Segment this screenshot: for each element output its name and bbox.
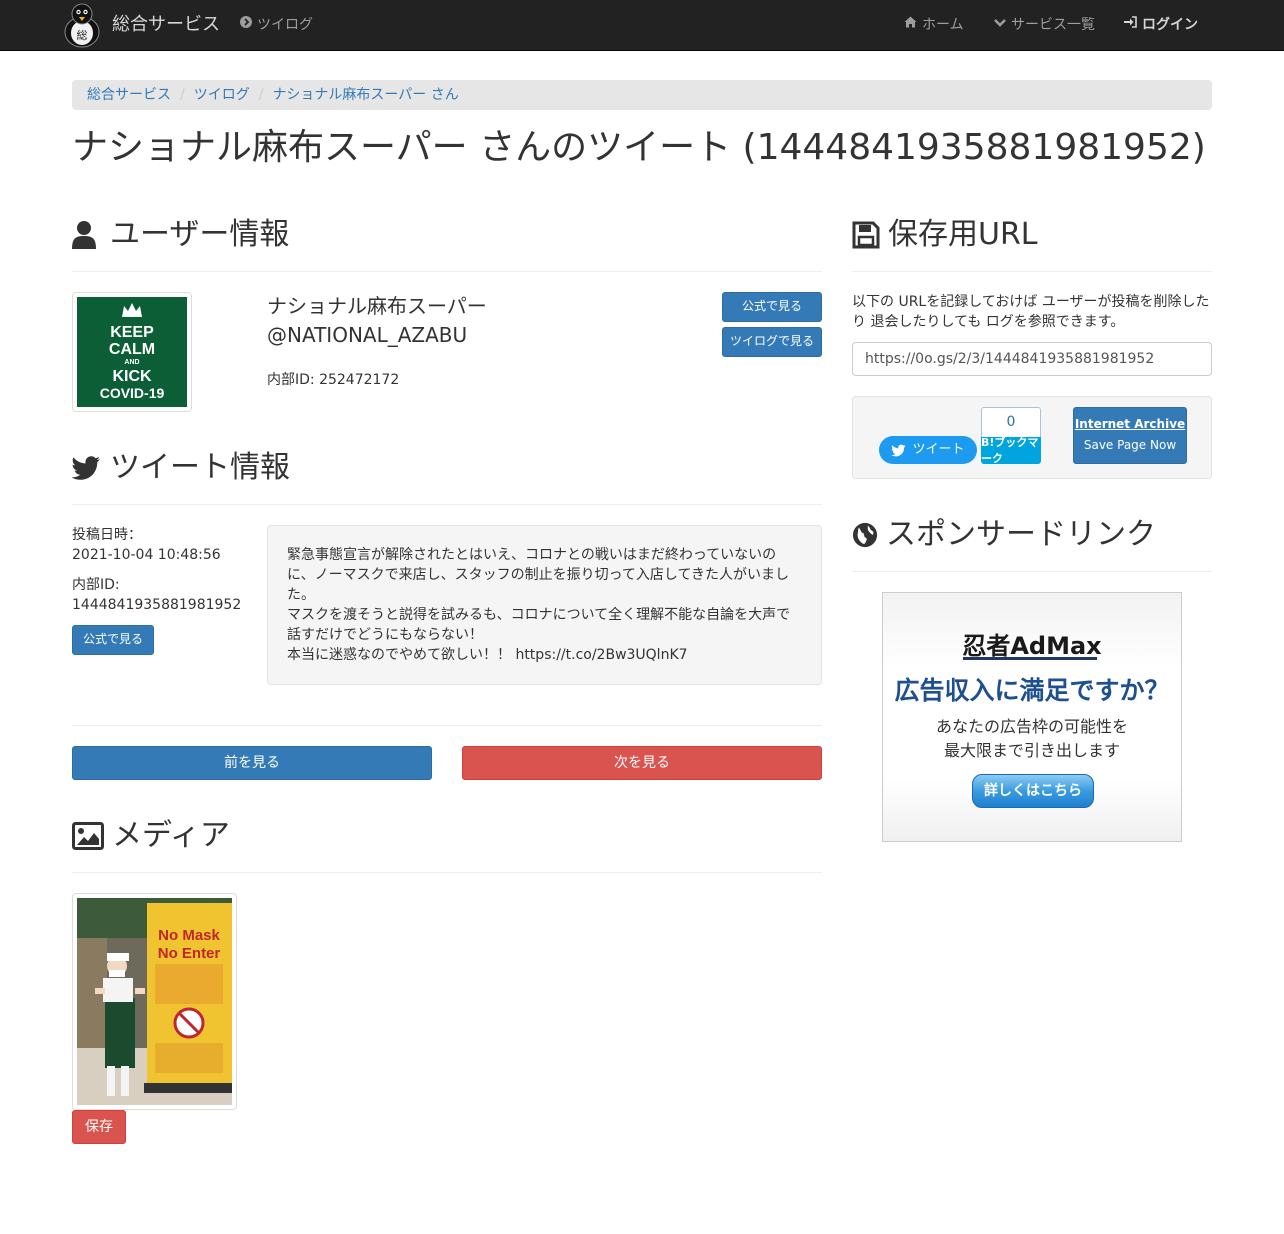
nav-login-label: ログイン — [1142, 16, 1198, 33]
twitter-icon — [72, 455, 100, 480]
top-navbar: 総 総合サービス ツイログ ホーム サービス一覧 ログイン — [0, 0, 1284, 51]
breadcrumb-separator: / — [258, 86, 264, 103]
brand-title: 総合サービス — [112, 14, 220, 36]
next-tweet-button[interactable]: 次を見る — [462, 746, 822, 780]
avatar-text-line: CALM — [108, 341, 156, 359]
tweet-text-line: 緊急事態宣言が解除されたとはいえ、コロナとの戦いはまだ終わっていないの — [287, 547, 777, 563]
media-heading-text: メディア — [112, 818, 230, 853]
nav-tsuilog[interactable]: ツイログ — [240, 0, 313, 50]
breadcrumb: 総合サービス / ツイログ / ナショナル麻布スーパー さん — [72, 80, 1212, 110]
twitter-bird-icon — [891, 444, 906, 456]
divider — [72, 872, 822, 873]
media-heading: メディア — [72, 819, 230, 852]
nav-home-label: ホーム — [922, 16, 964, 33]
penguin-logo-icon: 総 — [64, 3, 100, 48]
tweet-share-label: ツイート — [912, 441, 965, 457]
tweet-text-line: 話すだけでどうにもならない！ — [287, 627, 483, 643]
tweet-id-label: 内部ID: — [72, 577, 120, 593]
media-thumbnail[interactable]: No Mask No Enter — [72, 893, 237, 1110]
sign-title-line-2: No Enter — [158, 945, 221, 962]
tweet-posted-label: 投稿日時： — [72, 527, 142, 543]
user-internal-id: 内部ID: 252472172 — [267, 372, 400, 388]
avatar-text-line: AND — [124, 359, 140, 367]
ad-subtext-line: あなたの広告枠の可能性を — [935, 717, 1128, 736]
user-avatar: KEEP CALM AND KICK COVID-19 — [72, 292, 192, 412]
page-title: ナショナル麻布スーパー さんのツイート (1444841935881981952… — [72, 127, 1206, 168]
user-icon — [72, 220, 96, 249]
svg-text:総: 総 — [77, 28, 88, 42]
home-icon — [904, 16, 917, 33]
nav-home[interactable]: ホーム — [904, 0, 964, 50]
save-url-heading: 保存用URL — [852, 218, 1038, 251]
nav-services[interactable]: サービス一覧 — [994, 0, 1095, 50]
hatena-bookmark-button[interactable]: B!ブックマーク — [981, 436, 1041, 465]
sign-in-icon — [1124, 16, 1137, 33]
ad-subtext-line: 最大限まで引き出します — [943, 741, 1120, 760]
sponsor-heading: スポンサードリンク — [852, 518, 1156, 551]
tweet-text-line: マスクを渡そうと説得を試みるも、コロナについて全く理解不能な自論を大声で — [287, 607, 791, 623]
save-url-input[interactable] — [852, 342, 1212, 376]
tweet-info-heading: ツイート情報 — [72, 451, 290, 484]
avatar-text-line: KICK — [112, 368, 152, 386]
media-photo: No Mask No Enter — [77, 898, 235, 1105]
view-official-tweet-button[interactable]: 公式で見る — [72, 625, 154, 655]
user-display-name: ナショナル麻布スーパー — [267, 294, 487, 318]
chevron-down-icon — [994, 16, 1006, 33]
brand-link[interactable]: 総 総合サービス — [60, 0, 220, 50]
tweet-share-button[interactable]: ツイート — [879, 436, 977, 464]
sign-title-line-1: No Mask — [158, 927, 220, 944]
hatena-bookmark-count[interactable]: 0 — [981, 407, 1041, 437]
divider — [852, 571, 1212, 572]
nav-services-label: サービス一覧 — [1011, 16, 1095, 33]
ad-banner[interactable]: 忍者AdMax 広告収入に満足ですか？ あなたの広告枠の可能性を 最大限まで引き… — [882, 592, 1182, 842]
internet-archive-subtitle: Save Page Now — [1083, 438, 1177, 452]
save-media-button[interactable]: 保存 — [72, 1110, 126, 1144]
user-handle: @NATIONAL_AZABU — [267, 323, 468, 347]
user-info-heading-text: ユーザー情報 — [110, 217, 290, 252]
divider — [72, 271, 822, 272]
save-url-heading-text: 保存用URL — [888, 217, 1038, 252]
floppy-disk-icon — [852, 221, 880, 248]
divider — [72, 725, 822, 726]
divider — [72, 504, 822, 505]
share-buttons-panel: ツイート 0 B!ブックマーク Internet Archive Save Pa… — [852, 396, 1212, 479]
chevron-circle-right-icon — [240, 16, 252, 33]
nav-tsuilog-label: ツイログ — [257, 16, 313, 33]
tweet-text-line: に、ノーマスクで来店し、スタッフの制止を振り切って入店してきた人がいまし — [287, 567, 790, 583]
avatar-text-line: COVID-19 — [99, 385, 165, 402]
ad-subtext: あなたの広告枠の可能性を 最大限まで引き出します — [883, 715, 1181, 763]
prev-tweet-button[interactable]: 前を見る — [72, 746, 432, 780]
avatar-text-line: KEEP — [110, 324, 154, 342]
view-official-user-button[interactable]: 公式で見る — [722, 292, 822, 322]
ad-details-button[interactable]: 詳しくはこちら — [972, 774, 1094, 808]
user-info-heading: ユーザー情報 — [72, 218, 289, 251]
tweet-info-heading-text: ツイート情報 — [110, 450, 290, 485]
view-tsuilog-button[interactable]: ツイログで見る — [722, 327, 822, 357]
image-icon — [72, 821, 104, 850]
tweet-id-value: 1444841935881981952 — [72, 597, 242, 613]
breadcrumb-item-user[interactable]: ナショナル麻布スーパー さん — [272, 85, 458, 105]
tweet-text-box: 緊急事態宣言が解除されたとはいえ、コロナとの戦いはまだ終わっていないの に、ノー… — [267, 525, 822, 685]
ad-logo-underline — [963, 657, 1097, 660]
crown-icon — [122, 303, 142, 317]
tweet-text-line: た。 — [287, 587, 315, 603]
internet-archive-button[interactable]: Internet Archive Save Page Now — [1073, 407, 1187, 464]
nav-login[interactable]: ログイン — [1124, 0, 1198, 50]
internet-archive-title: Internet Archive — [1074, 417, 1186, 431]
divider — [852, 271, 1212, 272]
save-url-description: 以下の URLを記録しておけば ユーザーが投稿を削除したり 退会したりしても ロ… — [852, 294, 1210, 330]
breadcrumb-separator: / — [180, 86, 185, 103]
user-name-block: ナショナル麻布スーパー @NATIONAL_AZABU — [267, 292, 487, 350]
avatar-image: KEEP CALM AND KICK COVID-19 — [77, 297, 187, 407]
ad-headline: 広告収入に満足ですか？ — [894, 676, 1170, 705]
sponsor-heading-text: スポンサードリンク — [886, 517, 1156, 552]
globe-icon — [852, 522, 878, 547]
breadcrumb-item-tsuilog[interactable]: ツイログ — [194, 85, 250, 105]
tweet-text-line: 本当に迷惑なのでやめて欲しい！！ https://t.co/2Bw3UQlnK7 — [287, 647, 688, 663]
tweet-posted-value: 2021-10-04 10:48:56 — [72, 547, 221, 563]
breadcrumb-item-home[interactable]: 総合サービス — [87, 85, 171, 105]
